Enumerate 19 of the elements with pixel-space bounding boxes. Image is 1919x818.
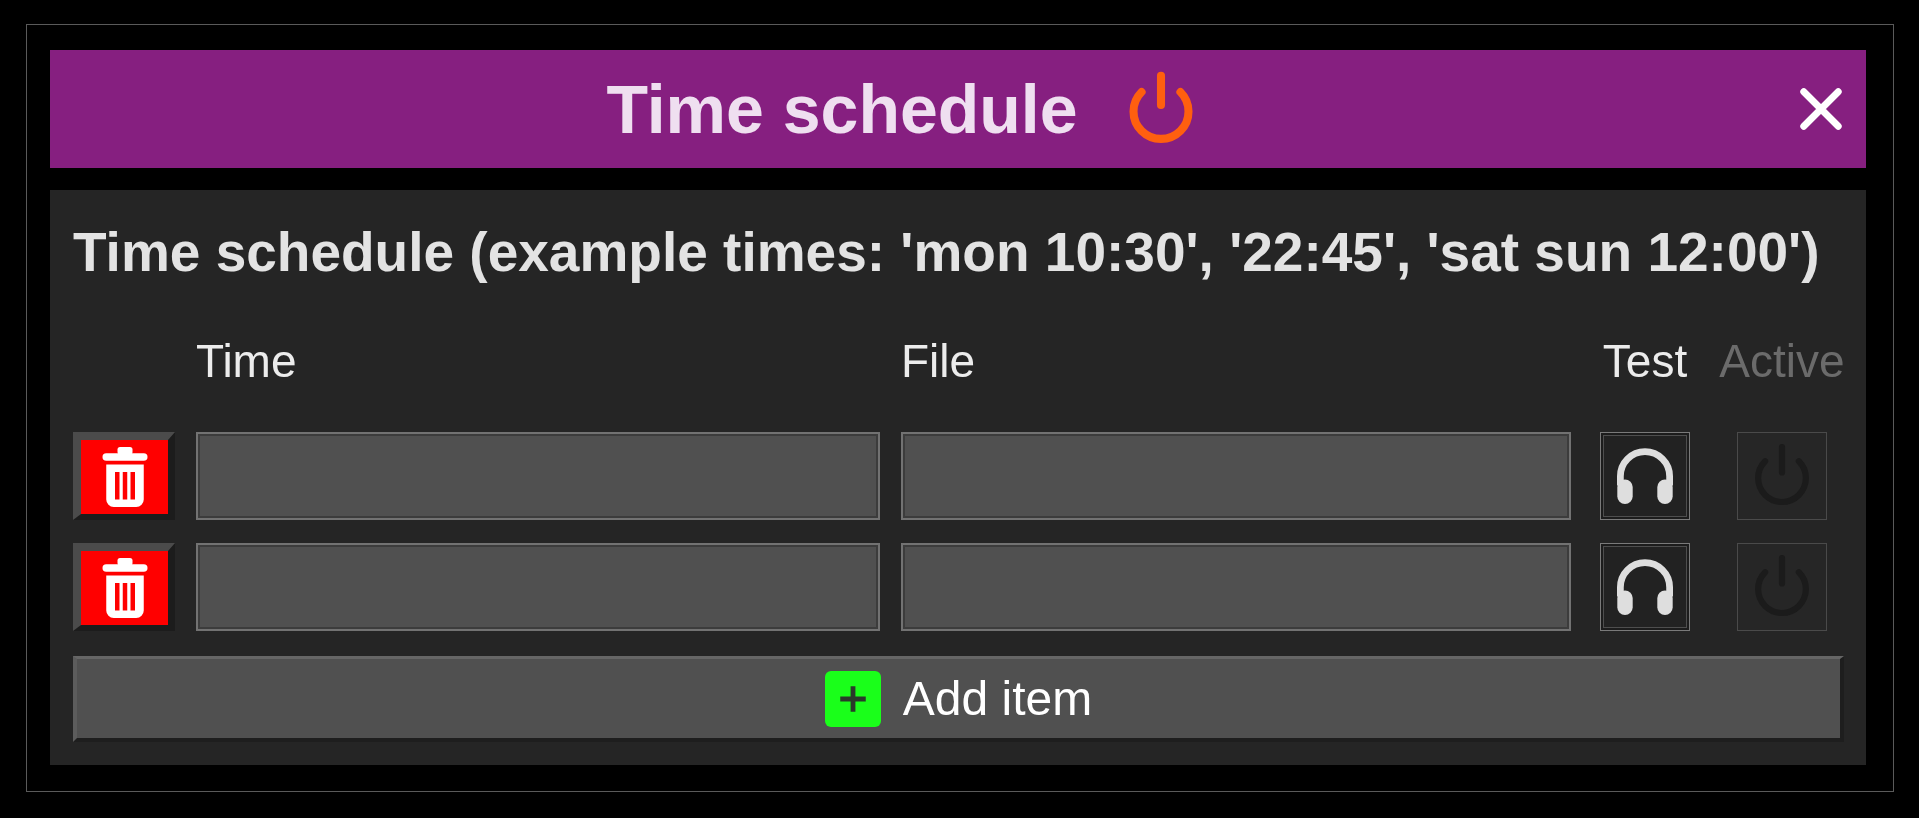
- time-field[interactable]: [196, 432, 880, 520]
- test-button[interactable]: [1600, 543, 1690, 631]
- section-heading: Time schedule (example times: 'mon 10:30', '22:45', 'sat sun 12:00'): [73, 222, 1821, 282]
- plus-icon: [824, 670, 881, 727]
- column-header: Active: [1718, 336, 1846, 386]
- file-field[interactable]: [901, 543, 1571, 631]
- time-field[interactable]: [196, 543, 880, 631]
- test-button[interactable]: [1600, 432, 1690, 520]
- file-field[interactable]: [901, 432, 1571, 520]
- headphones-icon: [1615, 448, 1675, 504]
- column-header: Time: [196, 336, 298, 386]
- headphones-icon: [1615, 559, 1675, 615]
- delete-button[interactable]: [73, 543, 175, 631]
- column-header: File: [901, 336, 977, 386]
- close-button[interactable]: [1798, 86, 1844, 132]
- add-item-button[interactable]: Add item: [73, 656, 1844, 742]
- column-header: Test: [1601, 336, 1689, 386]
- window-title: Time schedule: [606, 75, 1078, 143]
- delete-button[interactable]: [73, 432, 175, 520]
